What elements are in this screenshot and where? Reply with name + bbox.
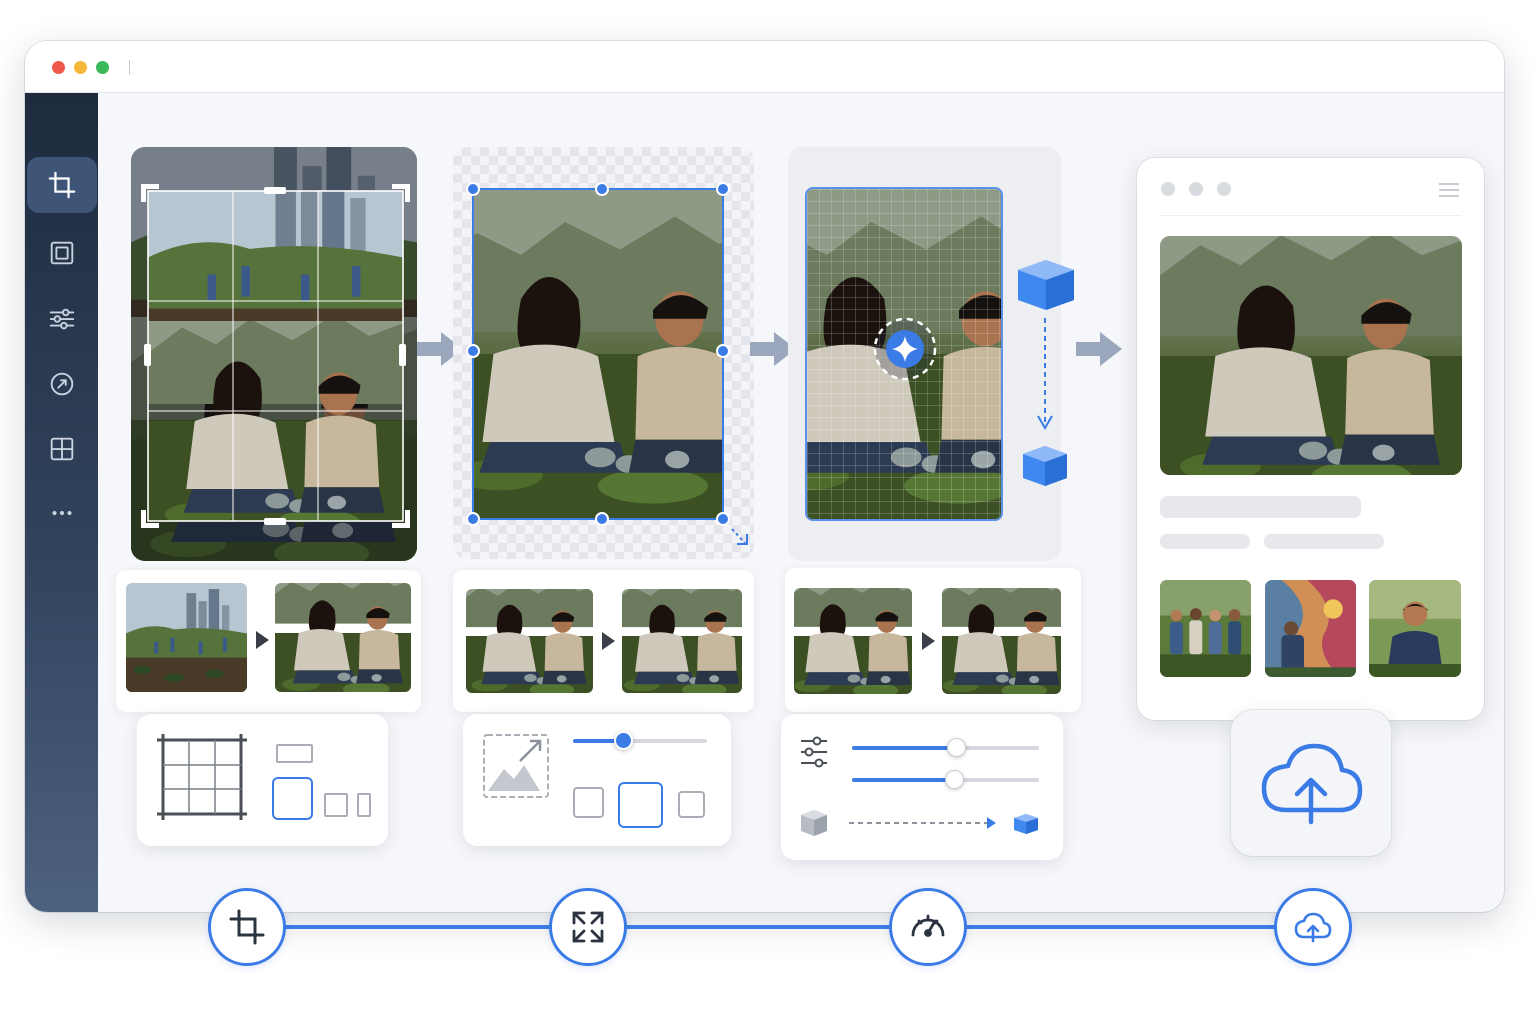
before-after-arrow — [922, 632, 935, 650]
maximize-window-button[interactable] — [96, 61, 109, 74]
aspect-ratio-wide[interactable] — [276, 744, 313, 763]
step-crop-node[interactable] — [208, 888, 286, 966]
skeleton-title — [1160, 496, 1361, 518]
aspect-ratio-small[interactable] — [324, 793, 348, 817]
gallery-thumb[interactable] — [1160, 580, 1251, 677]
size-preset-medium[interactable] — [618, 782, 663, 828]
after-thumb — [275, 583, 411, 692]
sidebar-item-adjust[interactable] — [27, 291, 97, 347]
upload-card[interactable] — [1231, 710, 1391, 856]
sidebar-item-more[interactable] — [27, 485, 97, 541]
sparkle-icon — [873, 317, 937, 381]
sidebar-item-crop[interactable] — [27, 157, 97, 213]
file-size-reduction — [801, 810, 1038, 836]
preview-dot — [1217, 182, 1231, 196]
skeleton-text — [1160, 534, 1250, 549]
crop-icon — [48, 171, 76, 199]
title-bar — [25, 41, 1504, 93]
before-thumb — [466, 589, 593, 693]
rotate-icon — [50, 372, 74, 396]
before-thumb — [794, 588, 912, 694]
crop-grid-icon[interactable] — [155, 732, 249, 822]
before-after-arrow — [256, 631, 269, 649]
gauge-icon — [911, 914, 945, 937]
sidebar-item-rotate[interactable] — [27, 356, 97, 412]
compression-slider-fill — [852, 778, 955, 782]
aspect-ratio-square[interactable] — [272, 777, 313, 820]
resize-options-card — [463, 714, 731, 846]
image-resize-icon[interactable] — [482, 733, 550, 799]
workflow-timeline — [247, 925, 1314, 929]
cloud-upload-icon — [1261, 743, 1363, 825]
expand-icon — [572, 911, 604, 943]
sliders-icon — [801, 736, 827, 768]
resize-handles[interactable] — [453, 147, 754, 559]
preview-dot — [1161, 182, 1175, 196]
resize-before-after — [453, 570, 754, 712]
gallery-thumb[interactable] — [1265, 580, 1356, 677]
crop-icon — [229, 909, 265, 945]
step-resize-node[interactable] — [549, 888, 627, 966]
after-thumb — [622, 589, 742, 693]
compression-slider-thumb[interactable] — [945, 770, 964, 789]
preview-hero-image — [1160, 236, 1462, 475]
sliders-icon — [49, 308, 75, 330]
titlebar-divider — [129, 60, 130, 75]
grid-icon — [50, 437, 74, 461]
tool-sidebar — [25, 93, 98, 912]
sidebar-item-layout[interactable] — [27, 421, 97, 477]
minimize-window-button[interactable] — [74, 61, 87, 74]
resize-slider-thumb[interactable] — [614, 731, 633, 750]
sidebar-item-frame[interactable] — [27, 225, 97, 281]
gallery-thumb[interactable] — [1369, 580, 1461, 677]
close-window-button[interactable] — [52, 61, 65, 74]
optimize-before-after — [785, 568, 1081, 712]
skeleton-text — [1264, 534, 1384, 549]
optimize-options-card — [781, 714, 1063, 860]
before-after-arrow — [602, 632, 615, 650]
step-optimize-node[interactable] — [889, 888, 967, 966]
more-icon — [52, 510, 72, 516]
frame-icon — [50, 241, 74, 265]
preview-dot — [1189, 182, 1203, 196]
preview-divider — [1159, 215, 1462, 216]
crop-options-card — [137, 714, 388, 846]
aspect-ratio-portrait[interactable] — [357, 793, 371, 817]
web-preview-card — [1137, 158, 1484, 720]
compress-indicator — [1018, 260, 1074, 486]
flow-arrow-3 — [1076, 332, 1122, 366]
size-preset-small[interactable] — [573, 787, 604, 818]
cloud-upload-icon — [1294, 912, 1332, 943]
crop-overlay[interactable] — [131, 147, 417, 561]
menu-icon[interactable] — [1438, 182, 1460, 198]
before-thumb — [126, 583, 247, 692]
crop-before-after — [116, 570, 421, 712]
quality-slider-thumb[interactable] — [947, 738, 966, 757]
size-preset-tiny[interactable] — [678, 791, 705, 818]
step-upload-node[interactable] — [1274, 888, 1352, 966]
quality-slider-fill — [852, 746, 957, 750]
after-thumb — [942, 588, 1061, 694]
